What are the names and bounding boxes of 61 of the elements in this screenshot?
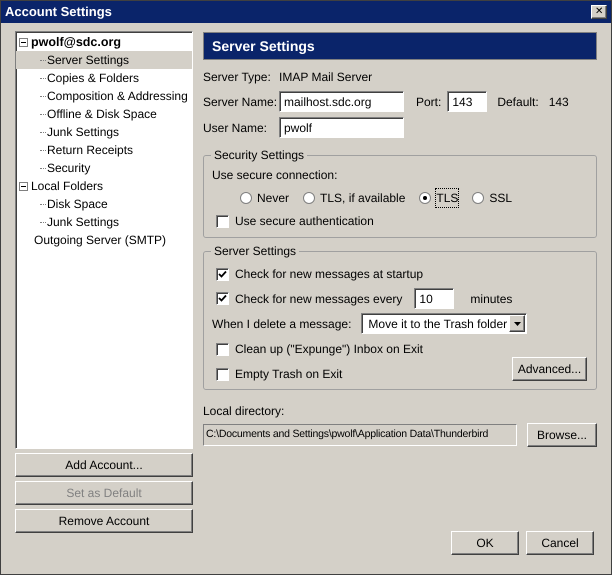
field-label: Default: <box>497 94 539 110</box>
tree-item[interactable]: Junk Settings <box>16 123 192 141</box>
checkbox-label: Check for new messages at startup <box>235 266 424 283</box>
tree-item[interactable]: Security <box>16 159 192 177</box>
radio-button[interactable] <box>419 192 432 204</box>
tree-item[interactable]: Composition & Addressing <box>16 87 192 105</box>
checkbox-label: Check for new messages every <box>235 290 402 308</box>
window-title: Account Settings <box>5 3 112 22</box>
checkbox-label: Clean up ("Expunge") Inbox on Exit <box>235 341 423 358</box>
tree-item[interactable]: Return Receipts <box>16 141 192 159</box>
dropdown-arrow-icon <box>514 322 521 326</box>
radio-button[interactable] <box>303 192 316 204</box>
collapse-icon[interactable] <box>19 38 28 46</box>
tree-item[interactable]: Disk Space <box>16 195 192 213</box>
server-type-value: IMAP Mail Server <box>279 69 374 86</box>
field-label: User Name: <box>203 120 268 136</box>
port-field[interactable]: 143 <box>447 91 488 112</box>
tree-item[interactable]: Local Folders <box>16 177 192 195</box>
tree-item[interactable]: Server Settings <box>16 51 192 69</box>
tree-item[interactable]: Outgoing Server (SMTP) <box>16 231 192 249</box>
push-button[interactable]: Browse... <box>527 423 597 447</box>
checkbox[interactable] <box>216 214 229 228</box>
group-title: Server Settings <box>213 243 298 260</box>
account-button[interactable]: Remove Account <box>15 509 193 533</box>
close-button[interactable]: ✕ <box>591 5 607 19</box>
field-label: Port: <box>416 94 442 110</box>
local-directory-field[interactable]: C:\Documents and Settings\pwolf\Application Data\Thunderbird <box>203 424 517 446</box>
radio-button[interactable] <box>472 192 484 204</box>
tree-item[interactable]: pwolf@sdc.org <box>16 33 192 51</box>
default-port-value: 143 <box>548 94 569 110</box>
checkbox-label: Use secure authentication <box>235 213 374 230</box>
push-button[interactable]: Advanced... <box>512 357 587 381</box>
user-name-field[interactable]: pwolf <box>279 117 404 138</box>
prompt-label: Use secure connection: <box>212 167 338 184</box>
collapse-icon[interactable] <box>19 182 28 190</box>
group-title: Security Settings <box>213 147 306 164</box>
option-label: Never <box>257 190 290 207</box>
option-label: TLS, if available <box>320 190 406 207</box>
account-button[interactable]: Add Account... <box>15 453 193 477</box>
panel-title: Server Settings <box>212 36 315 56</box>
field-label: When I delete a message: <box>212 316 352 332</box>
tree-item[interactable]: Copies & Folders <box>16 69 192 87</box>
field-label: Server Type: <box>203 69 272 86</box>
checkbox[interactable] <box>216 292 229 305</box>
field-label: Local directory: <box>203 403 286 420</box>
unit-label: minutes <box>470 290 512 308</box>
checkbox[interactable] <box>216 368 229 380</box>
interval-field[interactable]: 10 <box>414 288 454 309</box>
tree-item[interactable]: Junk Settings <box>16 213 192 231</box>
field-label: Server Name: <box>203 94 278 110</box>
option-label: SSL <box>489 190 512 207</box>
push-button[interactable]: OK <box>451 531 519 555</box>
server-name-field[interactable]: mailhost.sdc.org <box>279 91 404 112</box>
push-button[interactable]: Cancel <box>526 531 594 555</box>
tree-item[interactable]: Offline & Disk Space <box>16 105 192 123</box>
option-label: TLS <box>436 189 458 207</box>
delete-action-dropdown[interactable]: Move it to the Trash folder <box>361 313 528 334</box>
checkbox-label: Empty Trash on Exit <box>235 366 342 383</box>
checkbox[interactable] <box>216 268 229 280</box>
checkbox[interactable] <box>216 342 229 356</box>
radio-button[interactable] <box>240 192 252 204</box>
